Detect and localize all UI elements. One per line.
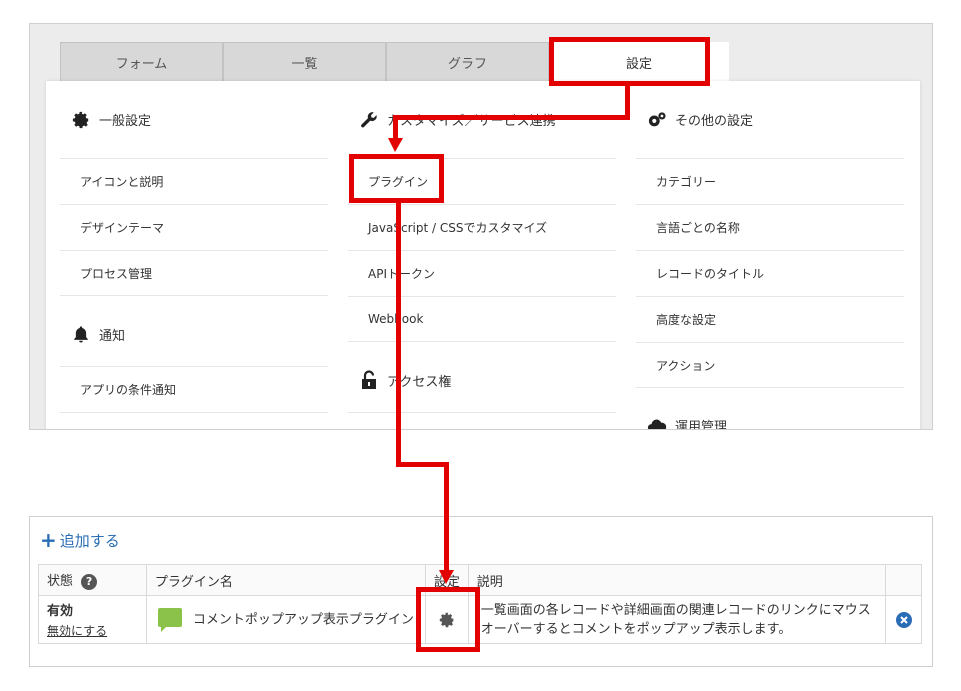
annotation-line — [393, 115, 398, 140]
disable-link[interactable]: 無効にする — [47, 622, 146, 639]
add-plugin-label: 追加する — [59, 531, 120, 550]
other-settings-title: その他の設定 — [675, 114, 754, 129]
highlight-plugin-item — [349, 154, 444, 203]
unlock-icon — [359, 370, 379, 390]
plugin-description-line-2: オーバーするとコメントをポップアップ表示します。 — [480, 621, 792, 637]
other-settings-heading: その他の設定 — [636, 81, 904, 158]
tab-list[interactable]: 一覧 — [223, 42, 386, 82]
plugin-description-line-1: 一覧画面の各レコードや詳細画面の関連レコードのリンクにマウス — [480, 602, 871, 618]
plugin-status-cell: 有効 無効にする — [38, 595, 147, 644]
settings-card: 一般設定 アイコンと説明 デザインテーマ プロセス管理 通知 アプリの条件通知 … — [46, 81, 920, 430]
other-settings-column: その他の設定 カテゴリー 言語ごとの名称 レコードのタイトル 高度な設定 アクシ… — [636, 81, 904, 430]
plugin-name: コメントポップアップ表示プラグイン — [192, 612, 414, 627]
annotation-line — [396, 462, 449, 467]
tab-graph[interactable]: グラフ — [386, 42, 549, 82]
app-settings-panel: フォーム 一覧 グラフ 設定 一般設定 アイコンと説明 デザインテーマ プロセス… — [29, 23, 933, 430]
menu-item-webhook[interactable]: Webhook — [348, 296, 616, 342]
operations-heading: 運用管理 — [636, 388, 904, 430]
status-header-label: 状態 — [47, 574, 74, 590]
status-enabled-label: 有効 — [47, 604, 74, 619]
delete-column-header — [885, 564, 922, 596]
plus-icon: + — [40, 528, 57, 552]
menu-item-language-names[interactable]: 言語ごとの名称 — [636, 204, 904, 250]
description-column-header: 説明 — [467, 564, 887, 596]
bell-icon — [71, 324, 91, 344]
plugin-table: 状態? プラグイン名 設定 説明 有効 無効にする コメントポップアップ表示プラ… — [38, 564, 922, 644]
annotation-line — [444, 462, 449, 572]
tab-form[interactable]: フォーム — [60, 42, 223, 82]
status-column-header: 状態? — [38, 564, 147, 596]
menu-item-api-token[interactable]: APIトークン — [348, 250, 616, 296]
customize-column: カスタマイズ／サービス連携 プラグイン JavaScript / CSSでカスタ… — [348, 81, 616, 429]
help-icon[interactable]: ? — [81, 573, 98, 590]
annotation-line — [396, 203, 401, 465]
menu-item-record-condition-notify[interactable]: レコードの条件通知 — [60, 412, 328, 429]
menu-item-app-condition-notify[interactable]: アプリの条件通知 — [60, 366, 328, 412]
menu-item-advanced-settings[interactable]: 高度な設定 — [636, 296, 904, 342]
notification-heading: 通知 — [60, 296, 328, 366]
plugin-delete-cell — [885, 595, 922, 644]
plugin-name-column-header: プラグイン名 — [145, 564, 426, 596]
general-settings-column: 一般設定 アイコンと説明 デザインテーマ プロセス管理 通知 アプリの条件通知 … — [60, 81, 328, 429]
menu-item-process-management[interactable]: プロセス管理 — [60, 250, 328, 296]
highlight-settings-tab — [549, 37, 710, 86]
general-settings-title: 一般設定 — [99, 114, 152, 129]
delete-circle-icon[interactable] — [895, 611, 912, 628]
annotation-arrow-head — [439, 570, 454, 584]
plugin-table-header: 状態? プラグイン名 設定 説明 — [38, 564, 922, 596]
cloud-icon — [647, 415, 667, 429]
table-row: 有効 無効にする コメントポップアップ表示プラグイン 一覧画面の各レコードや詳細… — [38, 595, 922, 644]
menu-item-js-css-customize[interactable]: JavaScript / CSSでカスタマイズ — [348, 204, 616, 250]
menu-item-category[interactable]: カテゴリー — [636, 158, 904, 204]
notification-title: 通知 — [99, 328, 126, 344]
highlight-plugin-settings — [416, 587, 480, 652]
plugin-name-cell: コメントポップアップ表示プラグイン — [145, 595, 426, 644]
gears-icon — [647, 110, 667, 130]
access-heading: アクセス権 — [348, 342, 616, 412]
add-plugin-link[interactable]: + 追加する — [40, 529, 120, 551]
tab-bar: フォーム 一覧 グラフ 設定 — [60, 42, 902, 82]
menu-item-app-access[interactable]: アプリ — [348, 412, 616, 429]
menu-item-action[interactable]: アクション — [636, 342, 904, 388]
annotation-line — [393, 115, 630, 120]
operations-title: 運用管理 — [675, 419, 728, 430]
annotation-arrow-head — [388, 138, 403, 152]
menu-item-record-title[interactable]: レコードのタイトル — [636, 250, 904, 296]
general-settings-heading: 一般設定 — [60, 81, 328, 158]
plugin-description-cell: 一覧画面の各レコードや詳細画面の関連レコードのリンクにマウス オーバーするとコメ… — [467, 595, 887, 644]
gear-icon — [71, 110, 91, 130]
comment-bubble-icon — [157, 607, 183, 633]
menu-item-icon-description[interactable]: アイコンと説明 — [60, 158, 328, 204]
menu-item-design-theme[interactable]: デザインテーマ — [60, 204, 328, 250]
wrench-icon — [359, 110, 379, 130]
plugin-list-panel: + 追加する 状態? プラグイン名 設定 説明 有効 無効にする コメントポップ… — [29, 516, 933, 667]
